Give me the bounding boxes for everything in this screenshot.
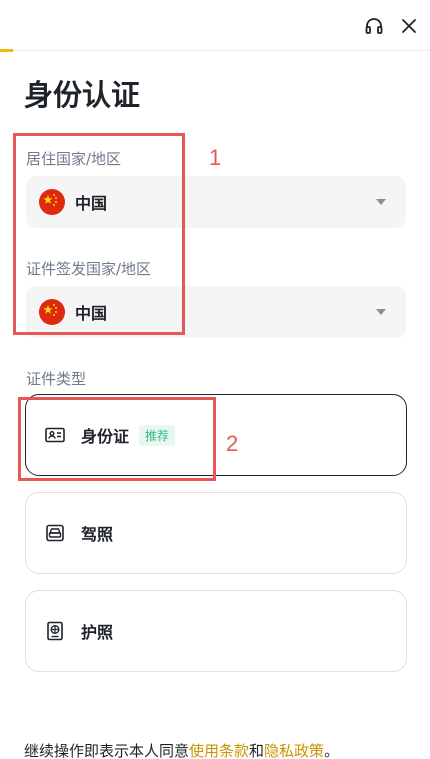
document-option-driver-license[interactable]: 驾照 [25, 492, 407, 574]
page-title: 身份认证 [24, 78, 141, 112]
document-option-label: 护照 [81, 623, 114, 642]
document-option-passport[interactable]: 护照 [25, 590, 407, 672]
driver-license-icon [45, 523, 65, 543]
document-option-label: 驾照 [81, 525, 114, 544]
headset-icon[interactable] [362, 14, 386, 38]
issuing-select[interactable]: 中国 [26, 286, 406, 338]
issuing-value: 中国 [75, 304, 108, 323]
residence-label: 居住国家/地区 [26, 150, 122, 168]
chevron-down-icon [376, 199, 386, 205]
terms-conjunction: 和 [249, 742, 265, 759]
close-icon[interactable] [397, 14, 421, 38]
chevron-down-icon [376, 309, 386, 315]
terms-of-use-link[interactable]: 使用条款 [189, 742, 249, 759]
issuing-label: 证件签发国家/地区 [26, 260, 152, 278]
passport-icon [45, 621, 65, 641]
document-type-label: 证件类型 [26, 370, 87, 388]
china-flag-icon [39, 299, 65, 325]
annotation-number-2: 2 [226, 431, 239, 456]
recommended-badge: 推荐 [139, 424, 176, 446]
document-option-label: 身份证 [81, 427, 130, 446]
residence-select[interactable]: 中国 [26, 176, 406, 228]
progress-track [0, 50, 430, 51]
residence-value: 中国 [75, 194, 108, 213]
terms-prefix: 继续操作即表示本人同意 [24, 742, 190, 759]
top-bar [0, 0, 430, 52]
annotation-number-1: 1 [209, 145, 222, 170]
terms-suffix: 。 [324, 742, 340, 759]
progress-bar [0, 49, 13, 52]
privacy-policy-link[interactable]: 隐私政策 [264, 742, 324, 759]
terms-agreement: 继续操作即表示本人同意使用条款和隐私政策。 [24, 740, 339, 759]
china-flag-icon [39, 189, 65, 215]
id-card-icon [45, 425, 65, 445]
document-option-id-card[interactable]: 身份证 推荐 [25, 394, 407, 476]
